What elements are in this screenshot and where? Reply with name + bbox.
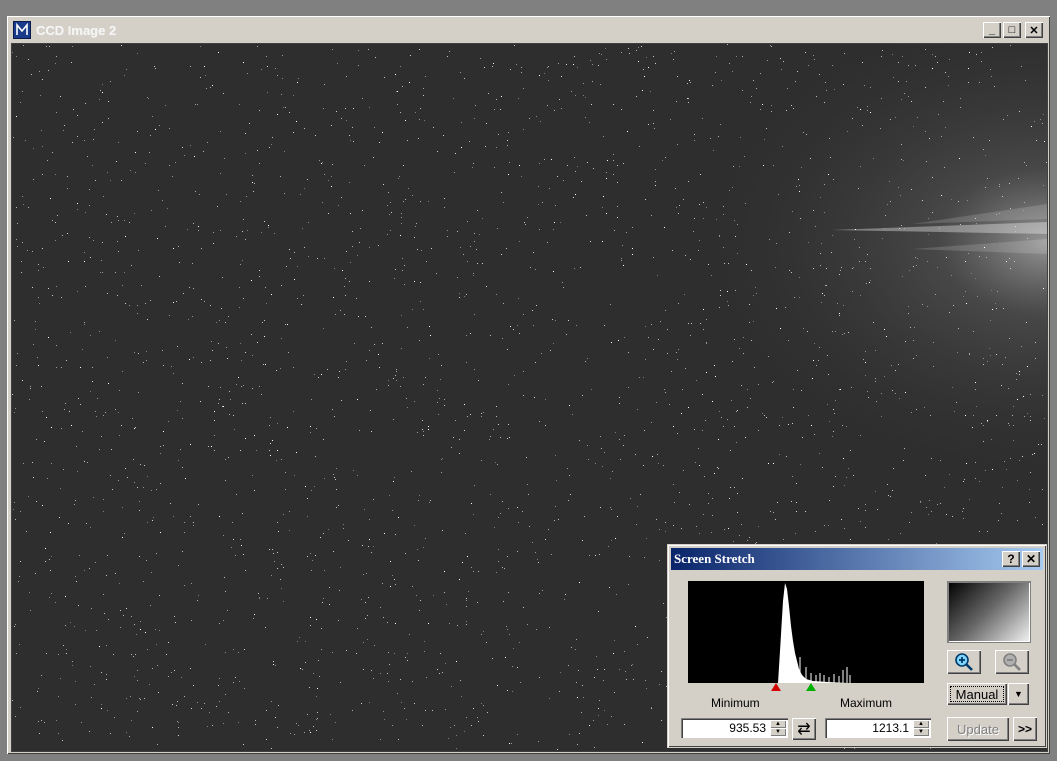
spin-up-icon[interactable]: ▲ [770, 720, 786, 728]
spin-down-icon[interactable]: ▼ [770, 728, 786, 736]
spin-down-icon[interactable]: ▼ [913, 728, 929, 736]
stretch-title: Screen Stretch [674, 551, 755, 566]
minimum-spinner[interactable]: ▲ ▼ [770, 720, 786, 736]
update-button[interactable]: Update [947, 717, 1009, 741]
help-button[interactable]: ? [1002, 551, 1020, 567]
stretch-preview [947, 581, 1031, 643]
minimum-label: Minimum [711, 696, 760, 710]
maximize-button[interactable]: □ [1003, 22, 1021, 38]
maximum-marker[interactable] [806, 683, 816, 691]
zoom-out-button[interactable] [995, 650, 1029, 674]
histogram[interactable] [688, 581, 924, 683]
maximum-label: Maximum [840, 696, 893, 710]
spin-up-icon[interactable]: ▲ [913, 720, 929, 728]
screen-stretch-dialog: Screen Stretch ? ✕ Minimum Maximum 935.5… [668, 545, 1046, 747]
stretch-titlebar[interactable]: Screen Stretch ? ✕ [671, 548, 1043, 570]
minimum-input[interactable]: 935.53 ▲ ▼ [681, 718, 788, 738]
swap-button[interactable]: ⇄ [792, 718, 816, 740]
maximum-spinner[interactable]: ▲ ▼ [913, 720, 929, 736]
mode-select[interactable]: Manual [947, 683, 1007, 705]
minimum-marker[interactable] [771, 683, 781, 691]
histogram-plot [778, 583, 851, 683]
window-titlebar[interactable]: CCD Image 2 _ □ ✕ [10, 19, 1047, 41]
update-label: Update [957, 721, 999, 737]
mode-dropdown-button[interactable]: ▼ [1008, 683, 1029, 705]
maximum-input[interactable]: 1213.1 ▲ ▼ [825, 718, 931, 738]
close-button[interactable]: ✕ [1025, 22, 1043, 38]
more-label: >> [1017, 722, 1032, 736]
more-button[interactable]: >> [1013, 717, 1037, 741]
minimize-button[interactable]: _ [983, 22, 1001, 38]
stretch-close-button[interactable]: ✕ [1022, 551, 1040, 567]
maxim-app-icon[interactable] [13, 21, 31, 39]
minimum-value: 935.53 [729, 721, 766, 735]
maximum-value: 1213.1 [872, 721, 909, 735]
mode-value: Manual [955, 686, 999, 702]
chevron-down-icon: ▼ [1014, 689, 1023, 699]
zoom-out-icon [1003, 653, 1021, 671]
window-title: CCD Image 2 [36, 22, 117, 38]
zoom-in-button[interactable] [947, 650, 981, 674]
swap-icon: ⇄ [797, 721, 811, 738]
zoom-in-icon [955, 653, 973, 671]
